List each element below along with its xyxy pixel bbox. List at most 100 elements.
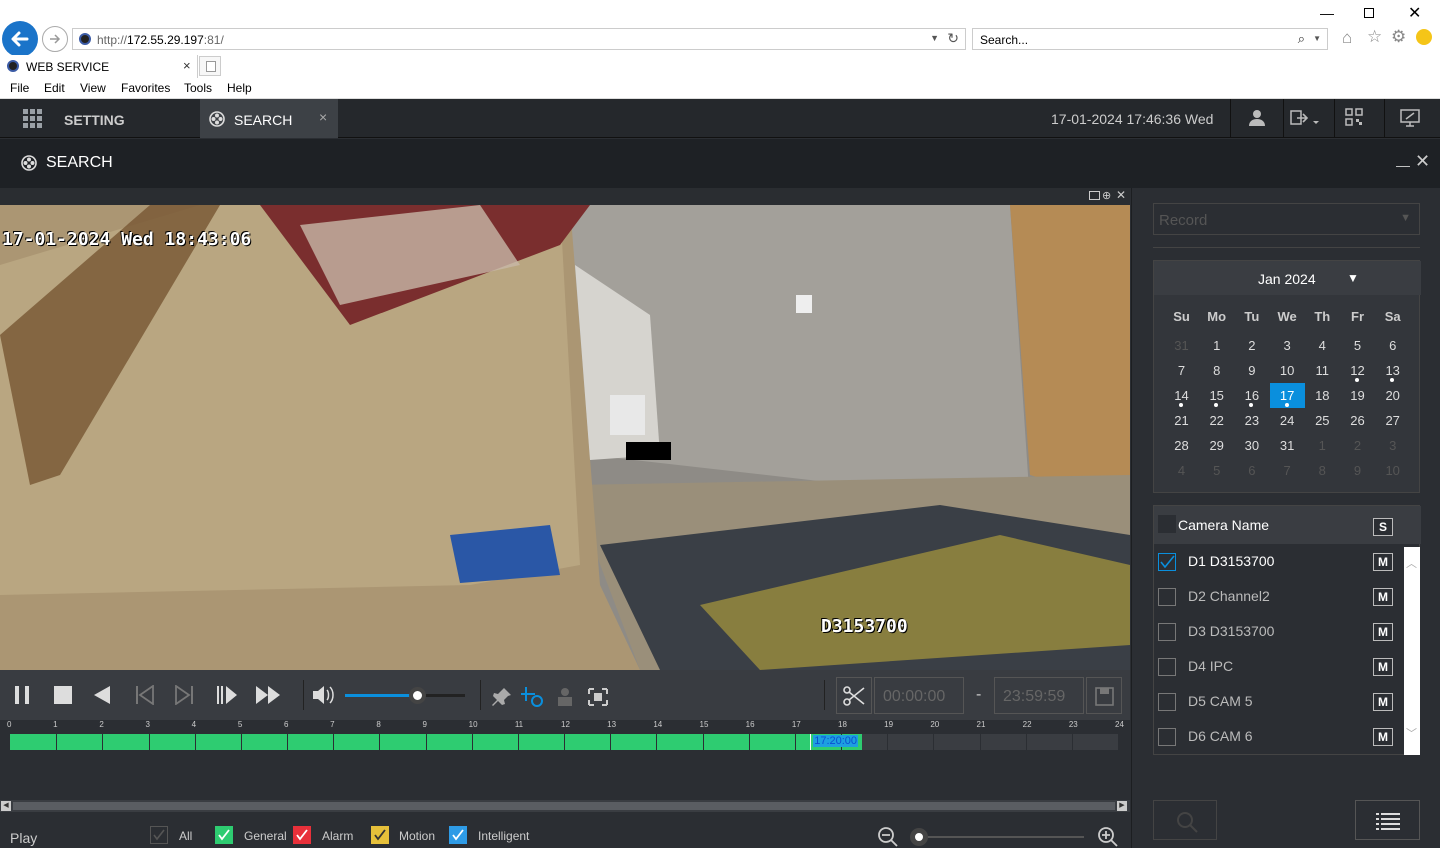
calendar-day[interactable]: 1: [1305, 433, 1340, 458]
m-button[interactable]: M: [1373, 658, 1393, 676]
user-icon[interactable]: [1248, 109, 1266, 127]
calendar-day[interactable]: 6: [1234, 458, 1269, 483]
video-player[interactable]: ⊕ ✕ 17-01-2024 Wed 18:43:06 D3153700: [0, 188, 1130, 670]
calendar-day[interactable]: 31: [1270, 433, 1305, 458]
refresh-icon[interactable]: ↻: [947, 30, 959, 47]
calendar-day[interactable]: 24: [1270, 408, 1305, 433]
calendar-month-label[interactable]: Jan 2024: [1258, 271, 1316, 287]
zoom-in-icon[interactable]: [1097, 826, 1119, 848]
month-dropdown-icon[interactable]: ▼: [1347, 271, 1359, 285]
minimize-panel-icon[interactable]: —: [1396, 157, 1410, 173]
camera-row[interactable]: D4 IPC M: [1154, 649, 1420, 684]
minimize-icon[interactable]: —: [1320, 5, 1334, 21]
calendar-day[interactable]: 25: [1305, 408, 1340, 433]
next-frame-icon[interactable]: [174, 685, 194, 705]
calendar-day[interactable]: 6: [1375, 333, 1410, 358]
calendar-day[interactable]: 9: [1234, 358, 1269, 383]
calendar-day[interactable]: 2: [1234, 333, 1269, 358]
calendar-day[interactable]: 21: [1164, 408, 1199, 433]
calendar-day[interactable]: 10: [1270, 358, 1305, 383]
menu-view[interactable]: View: [80, 81, 106, 95]
camera-row[interactable]: D1 D3153700 M: [1154, 544, 1420, 579]
calendar-day[interactable]: 10: [1375, 458, 1410, 483]
camera-checkbox[interactable]: [1158, 623, 1176, 641]
smart-search-button[interactable]: [1153, 800, 1217, 840]
calendar-day[interactable]: 16: [1234, 383, 1269, 408]
search-tab[interactable]: SEARCH ×: [200, 99, 338, 138]
list-view-button[interactable]: [1355, 800, 1420, 840]
calendar-day[interactable]: 14: [1164, 383, 1199, 408]
scroll-up-icon[interactable]: ︿: [1406, 555, 1417, 571]
legend-intelligent-checkbox[interactable]: [449, 826, 467, 844]
calendar-day[interactable]: 18: [1305, 383, 1340, 408]
zoom-out-icon[interactable]: [877, 826, 899, 848]
legend-general-checkbox[interactable]: [215, 826, 233, 844]
camera-checkbox[interactable]: [1158, 728, 1176, 746]
s-button[interactable]: S: [1373, 518, 1393, 536]
calendar-day[interactable]: 22: [1199, 408, 1234, 433]
logout-icon[interactable]: [1290, 109, 1322, 127]
person-search-icon[interactable]: [553, 687, 577, 707]
calendar-day[interactable]: 29: [1199, 433, 1234, 458]
back-button[interactable]: [2, 21, 38, 57]
save-clip-button[interactable]: [1086, 677, 1122, 714]
menu-file[interactable]: File: [10, 81, 29, 95]
home-icon[interactable]: ⌂: [1342, 28, 1352, 48]
menu-favorites[interactable]: Favorites: [121, 81, 170, 95]
previous-frame-icon[interactable]: [135, 685, 155, 705]
video-close-icon[interactable]: ✕: [1116, 188, 1126, 202]
timeline[interactable]: 0 1 2 3 4 5 6 7 8 9 10 11 12 13 14 15 16 17 18 19 20 21 22 23 24…: [0, 720, 1130, 800]
browser-search-box[interactable]: Search... ⌕ ▼: [972, 28, 1328, 50]
calendar-day[interactable]: 4: [1305, 333, 1340, 358]
pin-icon[interactable]: [492, 687, 512, 707]
fast-forward-icon[interactable]: [255, 685, 281, 705]
camera-row[interactable]: D3 D3153700 M: [1154, 614, 1420, 649]
gear-icon[interactable]: ⚙: [1391, 27, 1406, 47]
calendar-day[interactable]: 9: [1340, 458, 1375, 483]
camera-checkbox[interactable]: [1158, 658, 1176, 676]
m-button[interactable]: M: [1373, 623, 1393, 641]
clip-button[interactable]: [836, 677, 872, 714]
calendar-day[interactable]: 7: [1270, 458, 1305, 483]
camera-row[interactable]: D6 CAM 6 M: [1154, 719, 1420, 754]
calendar-day[interactable]: 13: [1375, 358, 1410, 383]
m-button[interactable]: M: [1373, 728, 1393, 746]
calendar-day[interactable]: 7: [1164, 358, 1199, 383]
snapshot-icon[interactable]: [1089, 191, 1100, 200]
volume-thumb[interactable]: [409, 687, 426, 704]
tab-close-icon[interactable]: ×: [183, 58, 191, 73]
timeline-zoom-slider[interactable]: [910, 828, 1084, 846]
calendar-day[interactable]: 23: [1234, 408, 1269, 433]
m-button[interactable]: M: [1373, 693, 1393, 711]
browser-search-input[interactable]: Search...: [980, 33, 1028, 47]
m-button[interactable]: M: [1373, 553, 1393, 571]
record-type-select[interactable]: Record ▼: [1153, 203, 1420, 235]
timeline-track[interactable]: 17:20:00: [10, 734, 1118, 750]
select-all-checkbox[interactable]: [1158, 515, 1176, 533]
scroll-thumb[interactable]: [13, 802, 1115, 810]
camera-checkbox[interactable]: [1158, 588, 1176, 606]
camera-row[interactable]: D5 CAM 5 M: [1154, 684, 1420, 719]
calendar-day[interactable]: 19: [1340, 383, 1375, 408]
clip-start-field[interactable]: 00:00:00: [874, 677, 964, 714]
calendar-day[interactable]: 15: [1199, 383, 1234, 408]
pause-icon[interactable]: [15, 686, 29, 704]
scroll-down-icon[interactable]: ﹀: [1406, 725, 1417, 741]
menu-tools[interactable]: Tools: [184, 81, 212, 95]
calendar-day[interactable]: 27: [1375, 408, 1410, 433]
calendar-day[interactable]: 5: [1199, 458, 1234, 483]
volume-slider[interactable]: [345, 687, 465, 704]
scroll-right-icon[interactable]: ▶: [1117, 801, 1127, 811]
scroll-left-icon[interactable]: ◀: [1, 801, 11, 811]
zoom-slider-thumb[interactable]: [910, 828, 928, 846]
search-dropdown-icon[interactable]: ▼: [1313, 34, 1321, 43]
camera-row[interactable]: D2 Channel2 M: [1154, 579, 1420, 614]
camera-list-scrollbar[interactable]: ︿ ﹀: [1404, 547, 1420, 755]
zoom-icon[interactable]: ⊕: [1102, 189, 1111, 202]
slow-play-icon[interactable]: [216, 685, 238, 705]
favorites-star-icon[interactable]: ☆: [1367, 27, 1382, 47]
smiley-icon[interactable]: [1416, 29, 1432, 45]
restore-icon[interactable]: [1364, 8, 1374, 18]
volume-icon[interactable]: [312, 684, 336, 706]
new-tab-button[interactable]: [199, 56, 221, 76]
